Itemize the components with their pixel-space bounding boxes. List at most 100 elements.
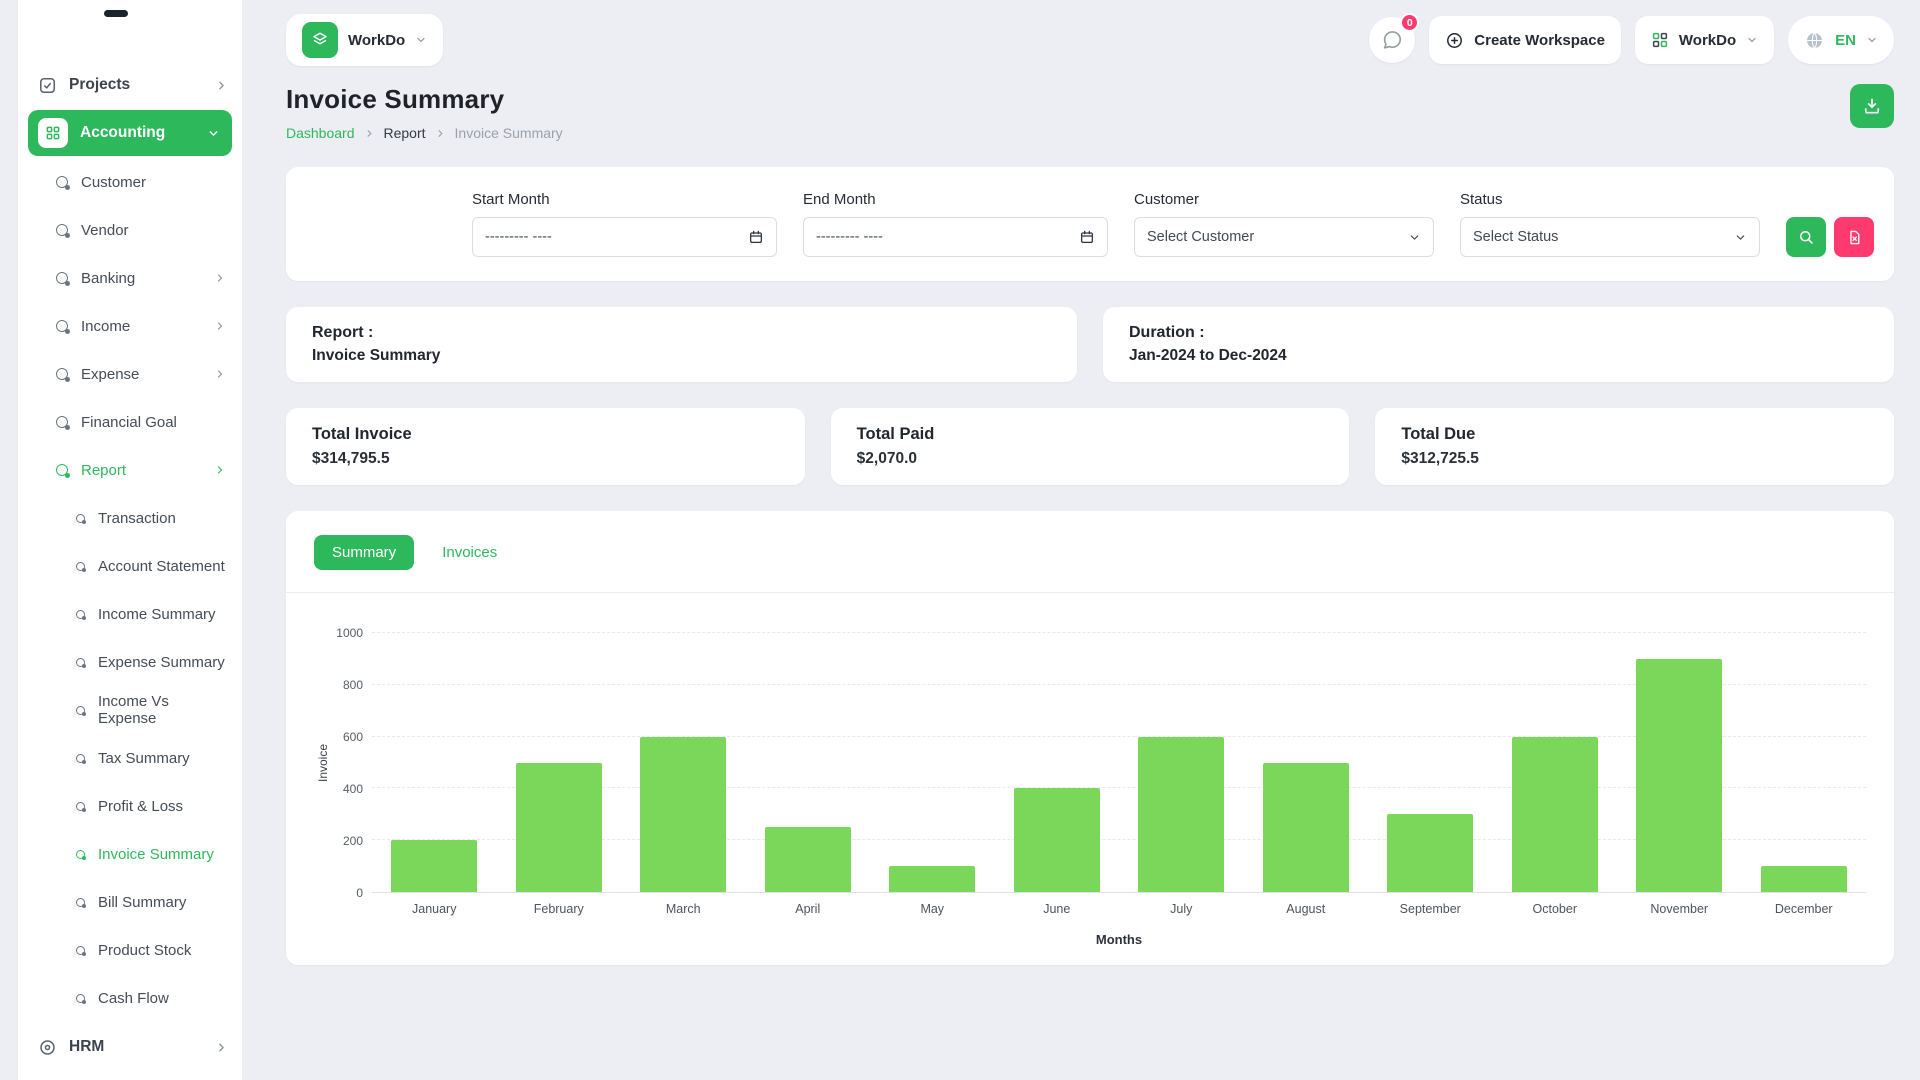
bar-november <box>1617 633 1742 892</box>
tab-invoices[interactable]: Invoices <box>424 535 515 570</box>
workspace-switcher[interactable]: WorkDo <box>1634 16 1775 64</box>
x-tick-august: August <box>1286 902 1326 916</box>
hrm-icon <box>38 1038 57 1057</box>
invoice-bar-chart: Invoice 0 200 400 600 800 1000 January Februar… <box>314 626 1866 947</box>
sidebar-item-label: Expense <box>81 365 140 383</box>
report-duration-row: Report : Invoice Summary Duration : Jan-… <box>286 307 1894 382</box>
y-tick-label: 600 <box>342 730 363 744</box>
start-month-input[interactable]: --------- ---- <box>472 217 777 257</box>
customer-select-value: Select Customer <box>1147 229 1255 245</box>
tab-summary[interactable]: Summary <box>314 535 415 570</box>
chart-bars <box>372 633 1866 892</box>
messages-button[interactable]: 0 <box>1369 13 1420 63</box>
chevron-down-icon <box>1866 34 1878 46</box>
breadcrumb-dashboard[interactable]: Dashboard <box>286 125 355 141</box>
customer-label: Customer <box>1134 191 1200 208</box>
main-content: WorkDo 0 Create Workspace WorkDo EN Invo… <box>242 0 1920 965</box>
download-button[interactable] <box>1850 84 1894 128</box>
sidebar-item-banking[interactable]: Banking <box>18 254 242 302</box>
y-tick-label: 1000 <box>336 626 363 640</box>
x-tick-december: December <box>1774 902 1833 916</box>
download-icon <box>1864 98 1880 114</box>
start-month-value: --------- ---- <box>485 229 552 245</box>
accounting-icon <box>38 118 68 148</box>
x-tick-april: April <box>795 902 821 916</box>
sidebar-item-customer[interactable]: Customer <box>18 158 242 206</box>
breadcrumb-report[interactable]: Report <box>384 125 426 141</box>
start-month-field: Start Month --------- ---- <box>472 191 777 257</box>
search-button[interactable] <box>1786 217 1826 257</box>
bar-june <box>995 633 1120 892</box>
sidebar-item-expense-summary[interactable]: Expense Summary <box>18 638 242 686</box>
total-paid-card: Total Paid $2,070.0 <box>830 408 1350 485</box>
create-workspace-button[interactable]: Create Workspace <box>1429 16 1621 64</box>
y-tick-label: 400 <box>342 782 363 796</box>
chart-x-labels: January February March April May June July Augu… <box>372 902 1866 916</box>
chevron-down-icon <box>207 127 220 140</box>
chevron-down-icon <box>415 34 427 46</box>
product-stock-icon <box>76 945 86 956</box>
profit-loss-icon <box>76 801 86 812</box>
chart-x-axis-title: Months <box>1095 932 1143 947</box>
chat-icon <box>1384 31 1402 49</box>
sidebar-item-income-summary[interactable]: Income Summary <box>18 590 242 638</box>
status-select[interactable]: Select Status <box>1460 217 1760 257</box>
bar-february <box>497 633 622 892</box>
plus-circle-icon <box>1445 31 1464 50</box>
sidebar-item-bill-summary[interactable]: Bill Summary <box>18 878 242 926</box>
sidebar-item-projects[interactable]: Projects <box>18 60 242 110</box>
language-selector[interactable]: EN <box>1788 16 1894 64</box>
chevron-right-icon <box>214 464 226 476</box>
sidebar-item-income[interactable]: Income <box>18 302 242 350</box>
report-card-value: Invoice Summary <box>312 347 441 364</box>
projects-icon <box>38 76 57 95</box>
bar-august <box>1244 633 1369 892</box>
sidebar-item-profit-loss[interactable]: Profit & Loss <box>18 782 242 830</box>
bar-april <box>746 633 871 892</box>
sidebar-nav: Projects Accounting Customer Vendor Bank… <box>18 60 242 1072</box>
sidebar-item-income-vs-expense[interactable]: Income Vs Expense <box>18 686 242 734</box>
filter-card: Start Month --------- ---- End Month ---… <box>286 167 1894 281</box>
sidebar-item-product-stock[interactable]: Product Stock <box>18 926 242 974</box>
sidebar-item-financial-goal[interactable]: Financial Goal <box>18 398 242 446</box>
page-title: Invoice Summary <box>286 84 505 114</box>
cash-flow-icon <box>76 993 86 1004</box>
topbar: WorkDo 0 Create Workspace WorkDo EN <box>286 12 1894 68</box>
sidebar-item-account-statement[interactable]: Account Statement <box>18 542 242 590</box>
sidebar-item-cash-flow[interactable]: Cash Flow <box>18 974 242 1022</box>
sidebar-item-label: Profit & Loss <box>98 797 184 815</box>
sidebar-item-vendor[interactable]: Vendor <box>18 206 242 254</box>
chevron-right-icon <box>214 368 226 380</box>
sidebar-item-hrm[interactable]: HRM <box>18 1022 242 1072</box>
end-month-field: End Month --------- ---- <box>803 191 1108 257</box>
sidebar-item-label: Expense Summary <box>98 653 225 671</box>
sidebar-logo <box>104 10 128 17</box>
banking-icon <box>56 272 70 286</box>
end-month-input[interactable]: --------- ---- <box>803 217 1108 257</box>
bar-march <box>621 633 746 892</box>
sidebar-item-tax-summary[interactable]: Tax Summary <box>18 734 242 782</box>
reset-button[interactable] <box>1834 217 1874 257</box>
sidebar-item-label: Account Statement <box>98 557 225 575</box>
bar-september <box>1368 633 1493 892</box>
stat-label: Total Due <box>1401 425 1476 443</box>
customer-select[interactable]: Select Customer <box>1134 217 1434 257</box>
workspace-brand[interactable]: WorkDo <box>286 14 444 66</box>
stat-value: $312,725.5 <box>1401 450 1479 467</box>
chevron-right-icon <box>364 128 375 139</box>
sidebar-item-label: Banking <box>81 269 136 287</box>
tabs: Summary Invoices <box>314 535 1866 570</box>
x-tick-february: February <box>533 902 584 916</box>
sidebar-item-report[interactable]: Report <box>18 446 242 494</box>
customer-field: Customer Select Customer <box>1134 191 1434 257</box>
sidebar-item-invoice-summary[interactable]: Invoice Summary <box>18 830 242 878</box>
customer-icon <box>56 176 70 190</box>
chart-y-axis: 0 200 400 600 800 1000 <box>332 626 372 900</box>
tax-summary-icon <box>76 753 86 764</box>
sidebar-item-expense[interactable]: Expense <box>18 350 242 398</box>
sidebar-item-accounting[interactable]: Accounting <box>28 110 232 156</box>
sidebar-item-transaction[interactable]: Transaction <box>18 494 242 542</box>
bar-december <box>1742 633 1867 892</box>
chart-plot <box>372 632 1866 893</box>
globe-icon <box>1804 30 1825 51</box>
